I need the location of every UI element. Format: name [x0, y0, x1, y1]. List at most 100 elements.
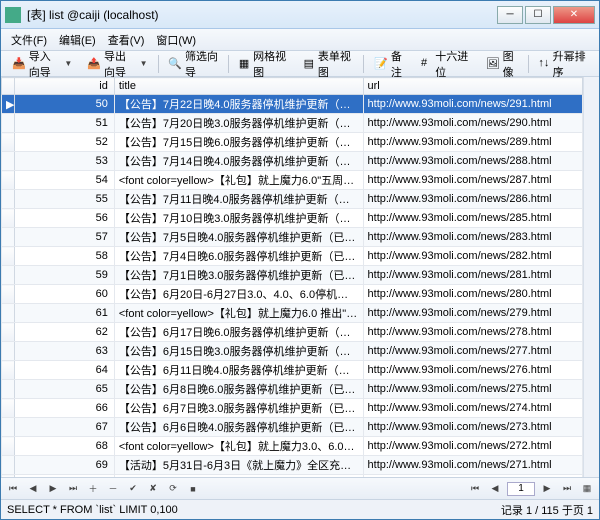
cell-url[interactable]: http://www.93moli.com/news/279.html	[363, 304, 582, 323]
cell-url[interactable]: http://www.93moli.com/news/286.html	[363, 190, 582, 209]
cell-url[interactable]: http://www.93moli.com/news/276.html	[363, 361, 582, 380]
table-row[interactable]: 63【公告】6月15日晚3.0服务器停机维护更新（已结束）http://www.…	[2, 342, 583, 361]
table-row[interactable]: 51【公告】7月20日晚3.0服务器停机维护更新（已结束）http://www.…	[2, 114, 583, 133]
table-row[interactable]: 53【公告】7月14日晚4.0服务器停机维护更新（已结束）http://www.…	[2, 152, 583, 171]
cell-id[interactable]: 60	[14, 285, 114, 304]
table-row[interactable]: 54<font color=yellow>【礼包】就上魔力6.0"五周年"开放充…	[2, 171, 583, 190]
cell-id[interactable]: 62	[14, 323, 114, 342]
nav-last[interactable]: ⏭	[65, 481, 81, 497]
cell-url[interactable]: http://www.93moli.com/news/275.html	[363, 380, 582, 399]
cell-id[interactable]: 59	[14, 266, 114, 285]
cell-id[interactable]: 54	[14, 171, 114, 190]
cell-id[interactable]: 50	[14, 95, 114, 114]
close-button[interactable]: ✕	[553, 6, 595, 24]
cell-title[interactable]: 【公告】7月22日晚4.0服务器停机维护更新（已结束）	[114, 95, 363, 114]
table-row[interactable]: 68<font color=yellow>【礼包】就上魔力3.0、6.0《六一端…	[2, 437, 583, 456]
cell-title[interactable]: <font color=yellow>【礼包】就上魔力3.0、6.0《六一端午》…	[114, 437, 363, 456]
cell-id[interactable]: 58	[14, 247, 114, 266]
table-row[interactable]: 65【公告】6月8日晚6.0服务器停机维护更新（已结束）http://www.9…	[2, 380, 583, 399]
cell-id[interactable]: 65	[14, 380, 114, 399]
cell-title[interactable]: 【公告】7月14日晚4.0服务器停机维护更新（已结束）	[114, 152, 363, 171]
table-row[interactable]: 59【公告】7月1日晚3.0服务器停机维护更新（已结束）http://www.9…	[2, 266, 583, 285]
cell-id[interactable]: 67	[14, 418, 114, 437]
page-first[interactable]: ⏮	[467, 481, 483, 497]
table-row[interactable]: 55【公告】7月11日晚4.0服务器停机维护更新（已结束）---开6…http:…	[2, 190, 583, 209]
cell-url[interactable]: http://www.93moli.com/news/272.html	[363, 437, 582, 456]
cell-title[interactable]: 【公告】6月17日晚6.0服务器停机维护更新（已结束）	[114, 323, 363, 342]
cell-id[interactable]: 68	[14, 437, 114, 456]
cell-id[interactable]: 56	[14, 209, 114, 228]
nav-refresh[interactable]: ⟳	[165, 481, 181, 497]
cell-id[interactable]: 63	[14, 342, 114, 361]
vertical-scrollbar[interactable]	[583, 77, 599, 477]
cell-title[interactable]: 【公告】6月20日-6月27日3.0、4.0、6.0停机维护更新内容	[114, 285, 363, 304]
cell-title[interactable]: 【公告】7月1日晚3.0服务器停机维护更新（已结束）	[114, 266, 363, 285]
table-row[interactable]: 61<font color=yellow>【礼包】就上魔力6.0 推出"世界杯"…	[2, 304, 583, 323]
nav-commit[interactable]: ✔	[125, 481, 141, 497]
cell-url[interactable]: http://www.93moli.com/news/281.html	[363, 266, 582, 285]
page-settings-icon[interactable]: ▦	[579, 481, 595, 497]
cell-title[interactable]: 【公告】7月10日晚3.0服务器停机维护更新（已结束）	[114, 209, 363, 228]
cell-title[interactable]: 【公告】6月7日晚3.0服务器停机维护更新（已结束）	[114, 399, 363, 418]
table-row[interactable]: 66【公告】6月7日晚3.0服务器停机维护更新（已结束）http://www.9…	[2, 399, 583, 418]
cell-title[interactable]: 【公告】7月15日晚6.0服务器停机维护更新（已结束）	[114, 133, 363, 152]
cell-id[interactable]: 53	[14, 152, 114, 171]
cell-url[interactable]: http://www.93moli.com/news/277.html	[363, 342, 582, 361]
table-row[interactable]: 56【公告】7月10日晚3.0服务器停机维护更新（已结束）http://www.…	[2, 209, 583, 228]
table-row[interactable]: 67【公告】6月6日晚4.0服务器停机维护更新（已结束）http://www.9…	[2, 418, 583, 437]
cell-id[interactable]: 66	[14, 399, 114, 418]
cell-title[interactable]: <font color=yellow>【礼包】就上魔力6.0 推出"世界杯"超值…	[114, 304, 363, 323]
table-row[interactable]: 64【公告】6月11日晚4.0服务器停机维护更新（已结束）http://www.…	[2, 361, 583, 380]
nav-first[interactable]: ⏮	[5, 481, 21, 497]
cell-url[interactable]: http://www.93moli.com/news/287.html	[363, 171, 582, 190]
cell-url[interactable]: http://www.93moli.com/news/283.html	[363, 228, 582, 247]
cell-title[interactable]: 【公告】7月11日晚4.0服务器停机维护更新（已结束）---开6…	[114, 190, 363, 209]
cell-title[interactable]: 【公告】6月6日晚4.0服务器停机维护更新（已结束）	[114, 418, 363, 437]
nav-delete[interactable]: －	[105, 481, 121, 497]
table-row[interactable]: 58【公告】7月4日晚6.0服务器停机维护更新（已结束）http://www.9…	[2, 247, 583, 266]
cell-title[interactable]: 【公告】7月5日晚4.0服务器停机维护更新（已结束）	[114, 228, 363, 247]
cell-id[interactable]: 69	[14, 456, 114, 475]
table-row[interactable]: 57【公告】7月5日晚4.0服务器停机维护更新（已结束）http://www.9…	[2, 228, 583, 247]
cell-url[interactable]: http://www.93moli.com/news/278.html	[363, 323, 582, 342]
nav-prev[interactable]: ◀	[25, 481, 41, 497]
cell-title[interactable]: 【公告】7月20日晚3.0服务器停机维护更新（已结束）	[114, 114, 363, 133]
cell-title[interactable]: 【公告】6月8日晚6.0服务器停机维护更新（已结束）	[114, 380, 363, 399]
data-grid[interactable]: id title url ▶50【公告】7月22日晚4.0服务器停机维护更新（已…	[1, 77, 583, 477]
cell-id[interactable]: 51	[14, 114, 114, 133]
cell-url[interactable]: http://www.93moli.com/news/271.html	[363, 456, 582, 475]
page-input[interactable]	[507, 482, 535, 496]
cell-url[interactable]: http://www.93moli.com/news/289.html	[363, 133, 582, 152]
cell-url[interactable]: http://www.93moli.com/news/291.html	[363, 95, 582, 114]
cell-id[interactable]: 57	[14, 228, 114, 247]
nav-add[interactable]: ＋	[85, 481, 101, 497]
nav-cancel[interactable]: ✘	[145, 481, 161, 497]
cell-title[interactable]: 【公告】6月11日晚4.0服务器停机维护更新（已结束）	[114, 361, 363, 380]
table-row[interactable]: 60【公告】6月20日-6月27日3.0、4.0、6.0停机维护更新内容http…	[2, 285, 583, 304]
minimize-button[interactable]: ─	[497, 6, 523, 24]
cell-title[interactable]: 【活动】5月31日-6月3日《就上魔力》全区充值优惠进行中	[114, 456, 363, 475]
page-last[interactable]: ⏭	[559, 481, 575, 497]
page-prev[interactable]: ◀	[487, 481, 503, 497]
table-row[interactable]: 69【活动】5月31日-6月3日《就上魔力》全区充值优惠进行中http://ww…	[2, 456, 583, 475]
cell-url[interactable]: http://www.93moli.com/news/282.html	[363, 247, 582, 266]
nav-stop[interactable]: ■	[185, 481, 201, 497]
table-row[interactable]: ▶50【公告】7月22日晚4.0服务器停机维护更新（已结束）http://www…	[2, 95, 583, 114]
nav-next[interactable]: ▶	[45, 481, 61, 497]
cell-url[interactable]: http://www.93moli.com/news/288.html	[363, 152, 582, 171]
cell-id[interactable]: 64	[14, 361, 114, 380]
cell-id[interactable]: 52	[14, 133, 114, 152]
cell-id[interactable]: 55	[14, 190, 114, 209]
column-header-title[interactable]: title	[114, 78, 363, 95]
maximize-button[interactable]: ☐	[525, 6, 551, 24]
cell-url[interactable]: http://www.93moli.com/news/285.html	[363, 209, 582, 228]
cell-url[interactable]: http://www.93moli.com/news/274.html	[363, 399, 582, 418]
cell-title[interactable]: 【公告】7月4日晚6.0服务器停机维护更新（已结束）	[114, 247, 363, 266]
cell-id[interactable]: 61	[14, 304, 114, 323]
table-row[interactable]: 52【公告】7月15日晚6.0服务器停机维护更新（已结束）http://www.…	[2, 133, 583, 152]
cell-title[interactable]: <font color=yellow>【礼包】就上魔力6.0"五周年"开放充值优	[114, 171, 363, 190]
cell-url[interactable]: http://www.93moli.com/news/273.html	[363, 418, 582, 437]
page-next[interactable]: ▶	[539, 481, 555, 497]
cell-title[interactable]: 【公告】6月15日晚3.0服务器停机维护更新（已结束）	[114, 342, 363, 361]
table-row[interactable]: 62【公告】6月17日晚6.0服务器停机维护更新（已结束）http://www.…	[2, 323, 583, 342]
